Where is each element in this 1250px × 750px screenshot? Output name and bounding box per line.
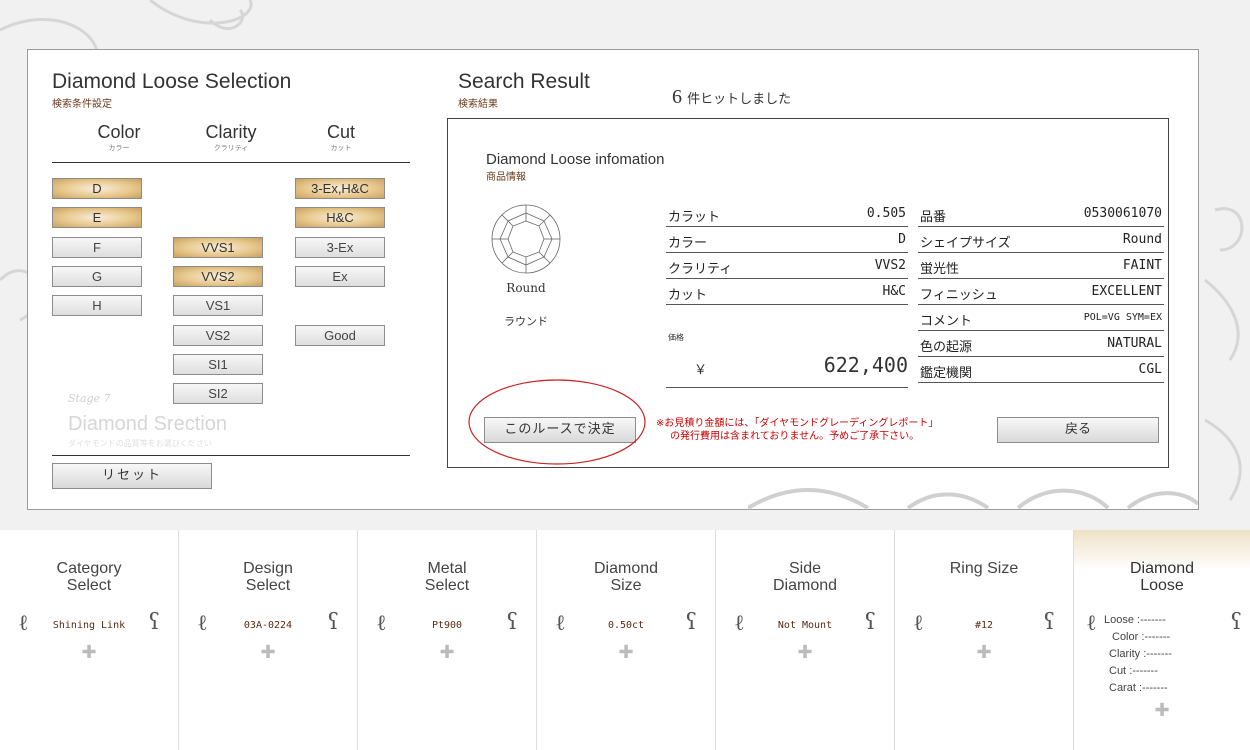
- reset-divider: [52, 455, 410, 456]
- cut-option-3ex-hc[interactable]: 3-Ex,H&C: [295, 178, 385, 199]
- nav-step-ring-size[interactable]: Ring Size ℓ ʕ #12 ✚: [895, 530, 1074, 750]
- color-option-d[interactable]: D: [52, 178, 142, 199]
- nav-step-category[interactable]: Category Select ℓ ʕ Shining Link ✚: [0, 530, 179, 750]
- back-button[interactable]: 戻る: [997, 417, 1159, 443]
- nav-step-value: 0.50ct: [607, 620, 645, 631]
- scroll-right-ornament-icon: ʕ: [1230, 610, 1242, 635]
- nav-step-value: Shining Link: [52, 620, 126, 631]
- plus-icon: ✚: [797, 642, 813, 663]
- loose-info-box: Diamond Loose infomation 商品情報 Round ラウンド…: [447, 118, 1169, 468]
- plus-icon: ✚: [81, 642, 97, 663]
- loose-line-loose: Loose :-------: [1104, 614, 1166, 626]
- plus-icon: ✚: [260, 642, 276, 663]
- color-option-h[interactable]: H: [52, 295, 142, 316]
- nav-step-value: Pt900: [431, 620, 463, 631]
- note-line-1: ※お見積り金額には、「ダイヤモンドグレーディングレポート」: [656, 418, 939, 429]
- plus-icon: ✚: [976, 642, 992, 663]
- cut-column-header: Cut カット: [326, 122, 355, 152]
- clarity-option-vs2[interactable]: VS2: [173, 325, 263, 346]
- clarity-option-si2[interactable]: SI2: [173, 383, 263, 404]
- nav-step-value: #12: [974, 620, 994, 631]
- plus-icon: ✚: [1154, 700, 1170, 721]
- spec-row-color-origin: 色の起源 NATURAL: [918, 331, 1164, 357]
- plus-icon: ✚: [439, 642, 455, 663]
- search-result-subtitle: 検索結果: [458, 99, 498, 110]
- nav-step-side-diamond[interactable]: Side Diamond ℓ ʕ Not Mount ✚: [716, 530, 895, 750]
- price-label: 価格: [668, 333, 684, 342]
- spec-row-fluorescence: 蛍光性 FAINT: [918, 253, 1164, 279]
- nav-step-diamond-size[interactable]: Diamond Size ℓ ʕ 0.50ct ✚: [537, 530, 716, 750]
- cut-option-ex[interactable]: Ex: [295, 266, 385, 287]
- hit-count: 6 件ヒットしました: [672, 86, 791, 109]
- clarity-option-vvs1[interactable]: VVS1: [173, 237, 263, 258]
- spec-row-item-number: 品番 0530061070: [918, 201, 1164, 227]
- selection-subtitle: 検索条件設定: [52, 99, 112, 110]
- shape-label-jp: ラウンド: [504, 315, 548, 328]
- spec-row-finish: フィニッシュ EXCELLENT: [918, 279, 1164, 305]
- spec-row-shape-size: シェイプサイズ Round: [918, 227, 1164, 253]
- cut-option-good[interactable]: Good: [295, 325, 385, 346]
- selection-title: Diamond Loose Selection: [52, 70, 292, 93]
- info-title: Diamond Loose infomation: [486, 151, 665, 168]
- panel-ornament: [748, 488, 1198, 510]
- price-value: 622,400: [823, 353, 908, 377]
- nav-step-value: Not Mount: [777, 620, 833, 631]
- watermark-title: Diamond Srection: [68, 413, 227, 435]
- hit-count-text: 件ヒットしました: [687, 92, 792, 107]
- spec-row-color: カラー D: [666, 227, 908, 253]
- clarity-option-vvs2[interactable]: VVS2: [173, 266, 263, 287]
- nav-step-design[interactable]: Design Select ℓ ʕ 03A-0224 ✚: [179, 530, 358, 750]
- header-divider: [52, 162, 410, 163]
- color-column-header: Color カラー: [97, 122, 141, 152]
- loose-line-color: Color :-------: [1112, 631, 1171, 643]
- spec-row-carat: カラット 0.505: [666, 201, 908, 227]
- clarity-option-vs1[interactable]: VS1: [173, 295, 263, 316]
- cut-option-hc[interactable]: H&C: [295, 207, 385, 228]
- nav-step-value: 03A-0224: [243, 620, 293, 631]
- clarity-option-si1[interactable]: SI1: [173, 354, 263, 375]
- spec-row-cut: カット H&C: [666, 279, 908, 305]
- clarity-column-header: Clarity クラリティ: [205, 122, 257, 152]
- round-diamond-icon: [491, 204, 561, 274]
- search-result-title: Search Result: [458, 70, 590, 93]
- color-option-f[interactable]: F: [52, 237, 142, 258]
- scroll-left-ornament-icon: ℓ: [1086, 611, 1097, 636]
- loose-line-carat: Carat :-------: [1109, 682, 1168, 694]
- main-panel: Diamond Loose Selection 検索条件設定 Color カラー …: [27, 49, 1199, 510]
- note-line-2: の発行費用は含まれておりません。予めご了承下さい。: [670, 431, 920, 442]
- color-option-g[interactable]: G: [52, 266, 142, 287]
- reset-button[interactable]: リセット: [52, 463, 212, 489]
- plus-icon: ✚: [618, 642, 634, 663]
- color-option-e[interactable]: E: [52, 207, 142, 228]
- price-row: ￥ 622,400: [666, 351, 908, 388]
- cut-option-3ex[interactable]: 3-Ex: [295, 237, 385, 258]
- highlight-circle-annotation: [468, 379, 646, 465]
- nav-step-metal[interactable]: Metal Select ℓ ʕ Pt900 ✚: [358, 530, 537, 750]
- nav-step-diamond-loose[interactable]: Diamond Loose ℓ ʕ Loose :------- Color :-…: [1074, 530, 1250, 750]
- watermark-stage: Stage 7: [68, 392, 111, 405]
- hit-count-number: 6: [672, 86, 682, 108]
- loose-line-cut: Cut :-------: [1109, 665, 1158, 677]
- loose-line-clarity: Clarity :-------: [1109, 648, 1172, 660]
- watermark-subtitle: ダイヤモンドの品質等をお選びください: [68, 439, 212, 448]
- step-navigation: Category Select ℓ ʕ Shining Link ✚ Design…: [0, 530, 1250, 750]
- info-subtitle: 商品情報: [486, 172, 526, 183]
- currency-symbol: ￥: [694, 363, 708, 378]
- spec-row-lab: 鑑定機関 CGL: [918, 357, 1164, 383]
- shape-label-en: Round: [506, 281, 546, 295]
- spec-row-clarity: クラリティ VVS2: [666, 253, 908, 279]
- spec-row-comment: コメント POL=VG SYM=EX: [918, 305, 1164, 331]
